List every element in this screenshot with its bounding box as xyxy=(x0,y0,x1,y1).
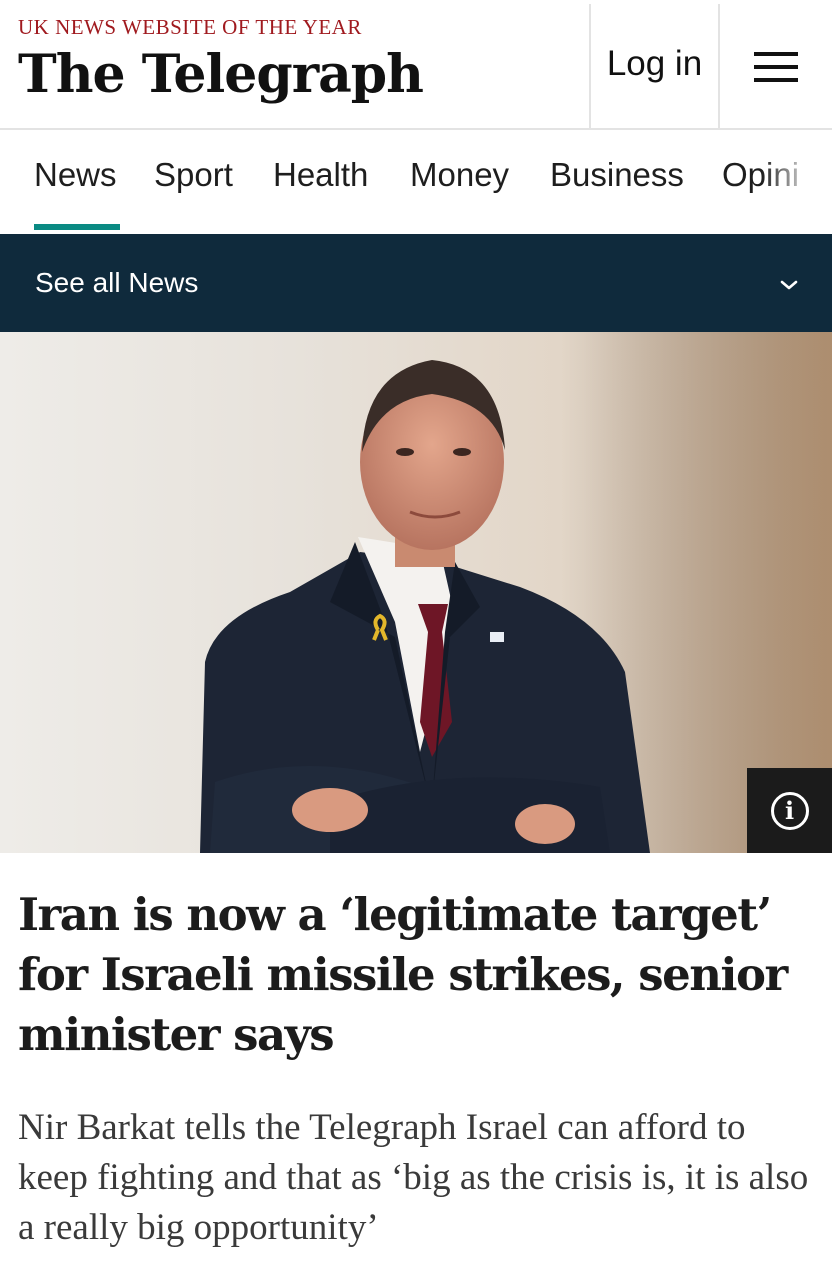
menu-button[interactable] xyxy=(720,4,832,130)
site-header: UK NEWS WEBSITE OF THE YEAR The Telegrap… xyxy=(0,0,832,130)
hamburger-menu-icon xyxy=(754,52,798,82)
nav-tab-news[interactable]: News xyxy=(34,156,117,194)
info-icon: i xyxy=(770,791,809,830)
active-tab-indicator xyxy=(34,224,120,230)
login-button[interactable]: Log in xyxy=(589,4,720,130)
brand[interactable]: UK NEWS WEBSITE OF THE YEAR The Telegrap… xyxy=(18,14,424,106)
hero-image[interactable]: i xyxy=(0,332,832,853)
section-nav: News Sport Health Money Business Opini xyxy=(0,130,832,234)
see-all-label: See all News xyxy=(35,267,199,298)
nav-tab-health[interactable]: Health xyxy=(273,156,368,194)
tagline: UK NEWS WEBSITE OF THE YEAR xyxy=(18,15,362,39)
image-info-button[interactable]: i xyxy=(747,768,832,853)
article-standfirst: Nir Barkat tells the Telegraph Israel ca… xyxy=(18,1107,809,1248)
nav-tab-money[interactable]: Money xyxy=(410,156,509,194)
nav-tab-sport[interactable]: Sport xyxy=(154,156,233,194)
article-headline[interactable]: Iran is now a ‘legitimate target’ for Is… xyxy=(18,885,814,1065)
chevron-down-icon xyxy=(780,280,798,290)
see-all-news-bar[interactable]: See all News xyxy=(0,234,832,332)
telegraph-logo[interactable]: The Telegraph xyxy=(18,44,424,106)
nav-scroll-fade xyxy=(762,130,832,234)
nav-tab-business[interactable]: Business xyxy=(550,156,684,194)
portrait-photo xyxy=(200,332,832,853)
